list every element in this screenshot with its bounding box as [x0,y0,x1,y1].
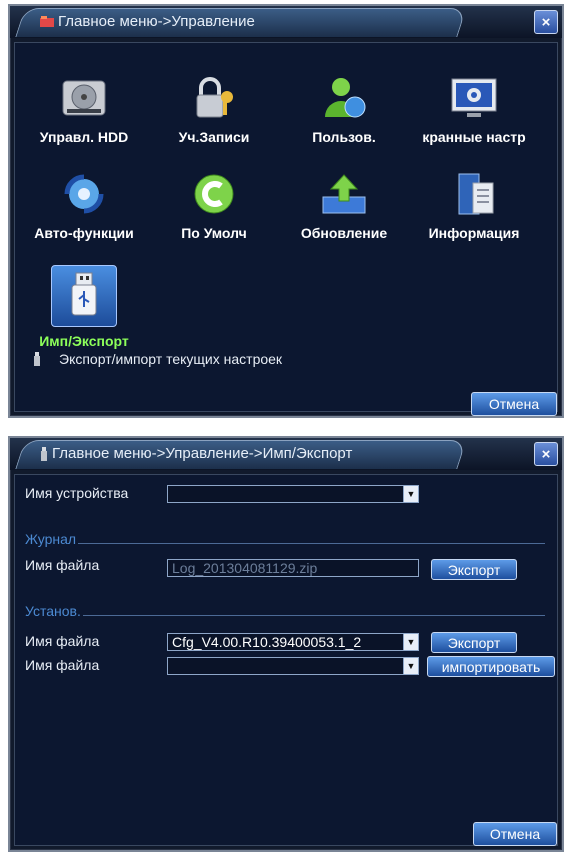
cancel-button[interactable]: Отмена [473,822,557,846]
device-label: Имя устройства [25,485,129,501]
tile-label: Пользов. [312,129,376,145]
cancel-button[interactable]: Отмена [471,392,557,416]
chevron-down-icon: ▼ [403,658,418,674]
menu-folder-icon [40,15,54,27]
chevron-down-icon: ▼ [403,634,418,650]
log-file-value: Log_201304081129.zip [172,560,318,576]
user-icon [325,78,366,118]
cfg-file-value: Cfg_V4.00.R10.39400053.1_2 [172,634,362,650]
tile-import-export[interactable]: Имп/Экспорт [19,265,149,355]
window-title: Главное меню->Управление->Имп/Экспорт [52,445,353,462]
tile-display-settings[interactable]: кранные настр [409,73,539,163]
log-export-button[interactable]: Экспорт [431,559,517,580]
settings-section: Установ. [25,603,545,619]
import-file-label: Имя файла [25,657,100,673]
tile-users[interactable]: Пользов. [279,73,409,163]
client-area: Имя устройства ▼ Журнал Имя файла Log_20… [14,474,558,846]
cfg-file-select[interactable]: Cfg_V4.00.R10.39400053.1_2 ▼ [167,633,419,651]
tile-label: Авто-функции [34,225,134,241]
info-icon [458,173,494,215]
tile-information[interactable]: Информация [409,169,539,259]
import-button[interactable]: импортировать [427,656,555,677]
description-text: Экспорт/импорт текущих настроек [59,351,283,367]
client-area: Управл. HDD Уч.Записи Пользов. кранные н… [14,42,558,416]
section-title: Установ. [25,603,81,619]
tile-label: Имп/Экспорт [39,333,129,349]
section-title: Журнал [25,531,77,547]
hdd-icon [62,80,106,116]
usb-small-icon [34,352,40,366]
import-file-select[interactable]: ▼ [167,657,419,675]
chevron-down-icon: ▼ [403,486,418,502]
lock-key-icon [196,77,233,118]
management-menu-window: Главное меню->Управление × Управл. HDD У… [8,4,564,418]
device-select[interactable]: ▼ [167,485,419,503]
log-file-label: Имя файла [25,557,100,573]
cfg-export-button[interactable]: Экспорт [431,632,517,653]
upgrade-icon [322,174,366,214]
tile-label: кранные настр [422,129,526,145]
tile-default[interactable]: По Умолч [149,169,279,259]
tile-hdd-management[interactable]: Управл. HDD [19,73,149,163]
tile-label: Информация [428,225,520,241]
menu-grid: Управл. HDD Уч.Записи Пользов. кранные н… [19,73,539,355]
usb-icon [71,272,97,316]
display-settings-icon [451,78,497,117]
tile-upgrade[interactable]: Обновление [279,169,409,259]
tile-label: Обновление [300,225,388,241]
import-export-window: Главное меню->Управление->Имп/Экспорт × … [8,436,564,852]
tile-label: По Умолч [181,225,247,241]
log-file-field[interactable]: Log_201304081129.zip [167,559,419,577]
tile-auto-functions[interactable]: Авто-функции [19,169,149,259]
section-divider [78,543,545,544]
section-divider [82,615,545,616]
default-reset-icon [194,174,234,214]
title-bar: Главное меню->Управление->Имп/Экспорт × [10,438,562,470]
window-title: Главное меню->Управление [58,13,255,30]
close-button[interactable]: × [534,10,558,34]
title-bar: Главное меню->Управление × [10,6,562,38]
tile-label: Управл. HDD [39,129,129,145]
description-row: Экспорт/импорт текущих настроек [33,351,282,367]
close-button[interactable]: × [534,442,558,466]
tile-label: Уч.Записи [178,129,250,145]
log-section: Журнал [25,531,545,547]
cfg-file-label: Имя файла [25,633,100,649]
usb-small-icon [41,446,47,461]
auto-function-icon [64,174,104,214]
tile-record-accounts[interactable]: Уч.Записи [149,73,279,163]
